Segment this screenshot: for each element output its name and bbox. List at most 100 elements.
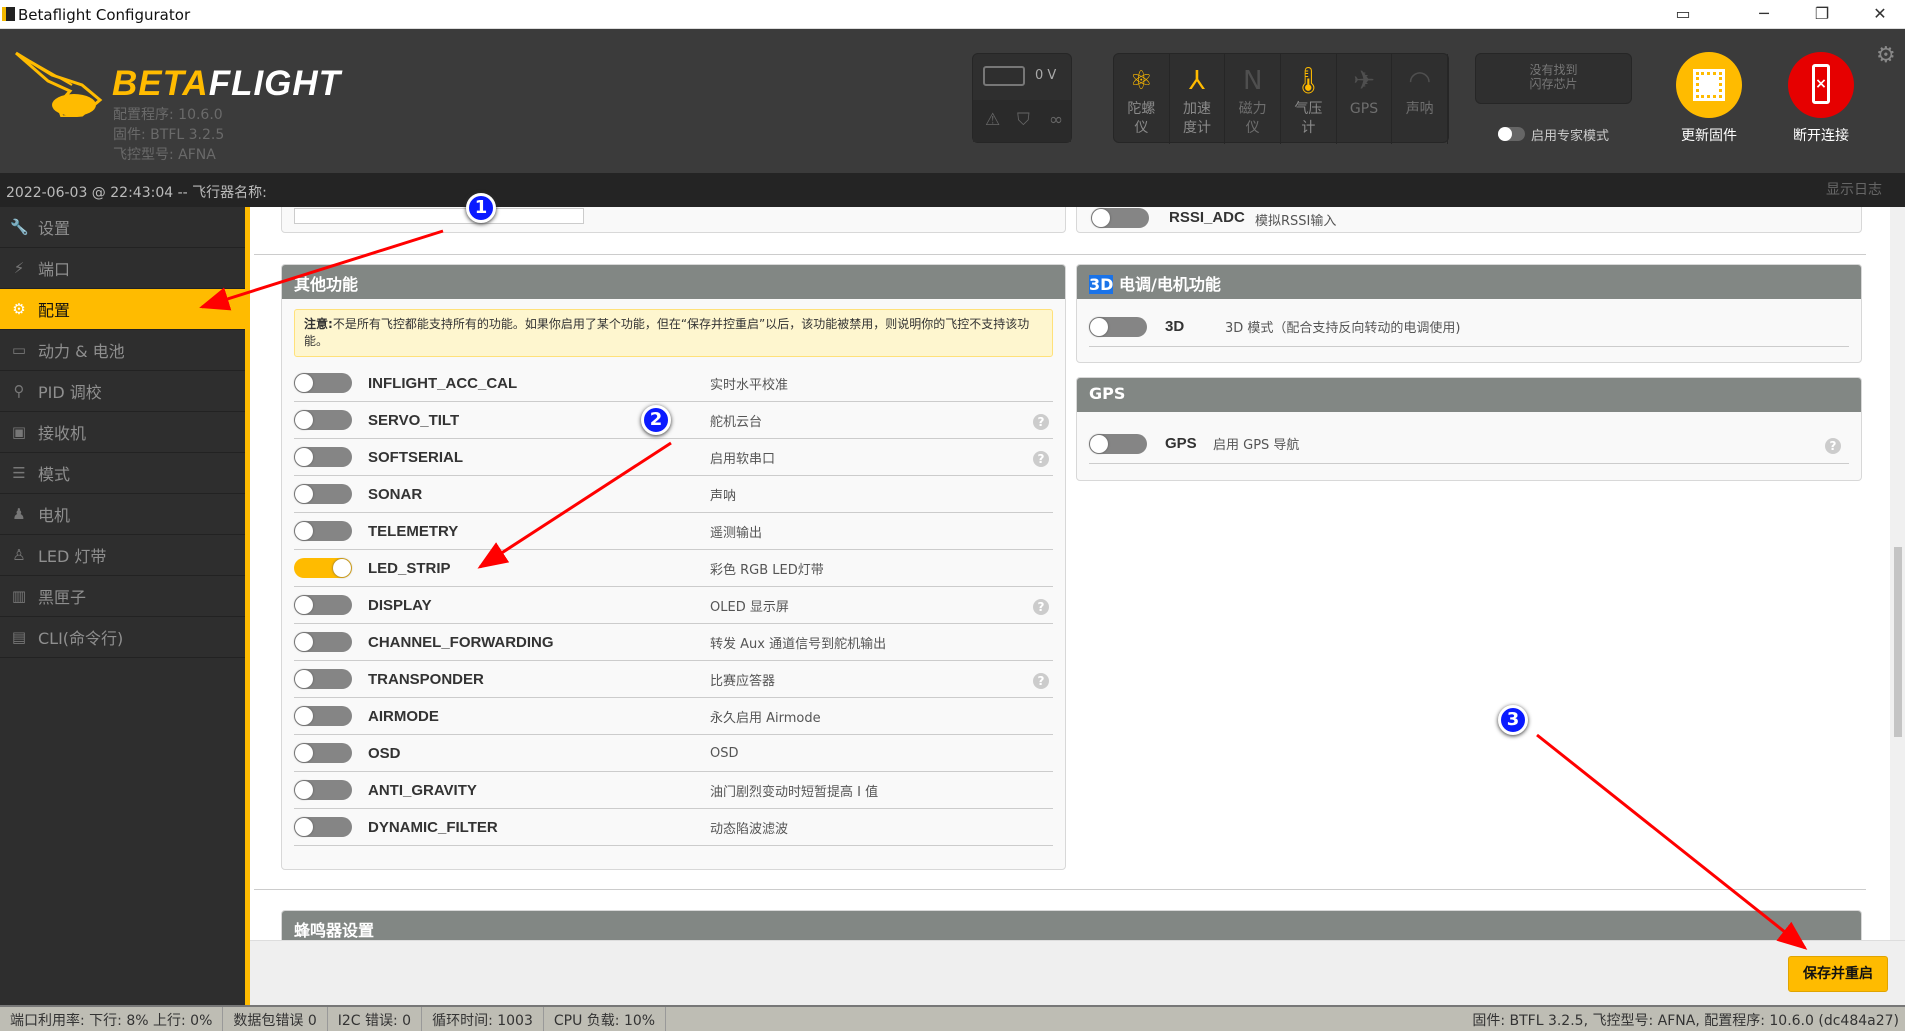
feature-toggle[interactable] (294, 484, 352, 504)
feature-row-transponder: TRANSPONDER 比赛应答器 ? (294, 661, 1053, 698)
sidebar-item-1[interactable]: ⚡ 端口 (0, 248, 245, 289)
sidebar-item-3[interactable]: ▭ 动力 & 电池 (0, 330, 245, 371)
feature-desc: OLED 显示屏 (710, 599, 789, 615)
disconnect-button[interactable]: × (1788, 52, 1854, 118)
feature-toggle[interactable] (294, 410, 352, 430)
feature-name: ANTI_GRAVITY (368, 781, 477, 799)
sidebar-item-label: 端口 (38, 260, 71, 279)
sidebar-item-label: 设置 (38, 219, 71, 238)
packet-error: 数据包错误 0 (223, 1007, 328, 1031)
help-icon[interactable]: ? (1033, 451, 1049, 467)
bee-logo-icon (15, 51, 103, 117)
sidebar-item-9[interactable]: ▥ 黑匣子 (0, 576, 245, 617)
board-name: 飞控型号: AFNA (113, 147, 216, 163)
feature-desc: OSD (710, 745, 739, 761)
chip-icon: ▥ (11, 587, 27, 605)
sidebar-item-0[interactable]: 🔧 设置 (0, 207, 245, 248)
feature-desc: 比赛应答器 (710, 673, 776, 689)
sensor-label: 气压计 (1294, 101, 1323, 136)
sidebar-item-8[interactable]: ♙ LED 灯带 (0, 535, 245, 576)
feature-toggle[interactable] (294, 447, 352, 467)
wrench-icon: 🔧 (10, 218, 29, 236)
feature-name: GPS (1165, 435, 1197, 452)
sensor-compass: N 磁力仪 (1225, 54, 1282, 144)
feature-toggle[interactable] (294, 669, 352, 689)
sidebar-item-10[interactable]: ▤ CLI(命令行) (0, 617, 245, 658)
feature-row-led-strip: LED_STRIP 彩色 RGB LED灯带 (294, 550, 1053, 587)
window-extra-icon[interactable]: ▭ (1668, 4, 1698, 23)
barometer-icon: 🌡 (1291, 66, 1325, 96)
feature-name: TRANSPONDER (368, 670, 484, 688)
sensor-label: GPS (1349, 101, 1379, 117)
3d-toggle[interactable] (1089, 316, 1147, 337)
divider (254, 254, 1866, 255)
log-bar: 2022-06-03 @ 22:43:04 -- 飞行器名称: 显示日志 (0, 173, 1905, 207)
feature-name: OSD (368, 744, 401, 762)
feature-name: RSSI_ADC (1169, 209, 1245, 226)
help-icon[interactable]: ? (1825, 438, 1841, 454)
feature-name: SOFTSERIAL (368, 448, 464, 466)
esc-motor-features-panel: 3D 电调/电机功能 3D 3D 模式（配合支持反向转动的电调使用) (1076, 264, 1862, 363)
feature-row-inflight-acc-cal: INFLIGHT_ACC_CAL 实时水平校准 (294, 365, 1053, 402)
sidebar-item-7[interactable]: ♟ 电机 (0, 494, 245, 535)
sidebar-item-5[interactable]: ▣ 接收机 (0, 412, 245, 453)
plug-icon: ⚡ (13, 259, 25, 277)
gps-icon: ✈ (1353, 66, 1375, 96)
minimize-button[interactable]: ─ (1749, 4, 1779, 23)
feature-toggle[interactable] (294, 558, 352, 578)
version-info: 固件: BTFL 3.2.5, 飞控型号: AFNA, 配置程序: 10.6.0… (1472, 1013, 1899, 1029)
restore-button[interactable]: ❐ (1807, 4, 1837, 23)
feature-toggle[interactable] (294, 743, 352, 763)
feature-desc: 遥测输出 (710, 525, 763, 541)
partial-select[interactable] (294, 208, 584, 224)
feature-row-osd: OSD OSD (294, 735, 1053, 772)
gps-toggle[interactable] (1089, 433, 1147, 454)
sidebar-item-label: 黑匣子 (38, 588, 87, 607)
feature-row-sonar: SONAR 声呐 (294, 476, 1053, 513)
battery-voltage: 0 V (1035, 68, 1057, 83)
save-and-reboot-button[interactable]: 保存并重启 (1788, 956, 1888, 992)
show-log-link[interactable]: 显示日志 (1826, 179, 1882, 199)
help-icon[interactable]: ? (1033, 599, 1049, 615)
settings-gear-icon[interactable]: ⚙ (1876, 43, 1896, 68)
help-icon[interactable]: ? (1033, 673, 1049, 689)
switches-icon: ☰ (12, 464, 26, 482)
rssi-adc-toggle[interactable] (1091, 208, 1149, 228)
feature-toggle[interactable] (294, 632, 352, 652)
scrollbar[interactable] (1890, 207, 1905, 940)
help-icon[interactable]: ? (1033, 414, 1049, 430)
sidebar-item-6[interactable]: ☰ 模式 (0, 453, 245, 494)
battery-icon: ▭ (11, 341, 27, 359)
update-firmware-button[interactable] (1676, 52, 1742, 118)
feature-toggle[interactable] (294, 817, 352, 837)
feature-row-3d: 3D 3D 模式（配合支持反向转动的电调使用) (1089, 307, 1849, 347)
feature-desc: 永久启用 Airmode (710, 710, 821, 726)
feature-toggle[interactable] (294, 373, 352, 393)
sensor-label: 声呐 (1405, 101, 1434, 117)
port-utilization: 端口利用率: 下行: 8% 上行: 0% (0, 1007, 224, 1031)
feature-toggle[interactable] (294, 706, 352, 726)
feature-row-channel-forwarding: CHANNEL_FORWARDING 转发 Aux 通道信号到舵机输出 (294, 624, 1053, 661)
feature-name: DYNAMIC_FILTER (368, 818, 498, 836)
sensor-status-box: ⚛ 陀螺仪 ⅄ 加速度计 N 磁力仪 🌡 气压计 ✈ GPS ◠ 声呐 (1113, 53, 1449, 144)
feature-toggle[interactable] (294, 780, 352, 800)
close-button[interactable]: ✕ (1865, 4, 1895, 23)
cpu-load: CPU 负载: 10% (544, 1007, 667, 1031)
sidebar-item-label: PID 调校 (38, 383, 102, 402)
feature-toggle[interactable] (294, 521, 352, 541)
feature-desc: 实时水平校准 (710, 377, 789, 393)
sidebar-item-label: 电机 (38, 506, 71, 525)
sidebar-item-4[interactable]: ⚲ PID 调校 (0, 371, 245, 412)
sidebar-item-label: 配置 (38, 301, 71, 320)
feature-name: SONAR (368, 485, 423, 503)
partial-panel-left (281, 207, 1066, 233)
feature-desc: 油门剧烈变动时短暂提高 I 值 (710, 784, 879, 800)
update-firmware-label: 更新固件 (1681, 128, 1737, 144)
feature-row-anti-gravity: ANTI_GRAVITY 油门剧烈变动时短暂提高 I 值 (294, 772, 1053, 809)
feature-toggle[interactable] (294, 595, 352, 615)
feature-desc: 启用 GPS 导航 (1213, 438, 1300, 453)
sidebar: 🔧 设置 ⚡ 端口 ⚙ 配置 ▭ 动力 & 电池 ⚲ PID 调校 ▣ 接收机 ☰ 模式 ♟ 电机 ♙ LED 灯… (0, 207, 245, 1005)
sidebar-item-2[interactable]: ⚙ 配置 (0, 289, 245, 330)
annotation-marker-1: 1 (466, 193, 496, 223)
expert-mode-toggle[interactable] (1498, 127, 1525, 141)
